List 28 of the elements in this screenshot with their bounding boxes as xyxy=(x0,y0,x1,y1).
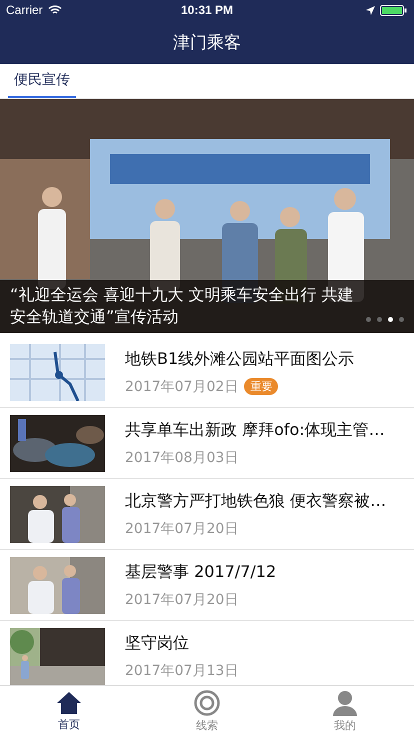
status-time: 10:31 PM xyxy=(180,3,234,17)
important-tag: 重要 xyxy=(244,378,278,395)
banner-caption: “礼迎全运会 喜迎十九大 文明乘车安全出行 共建安全轨道交通”宣传活动 xyxy=(10,284,355,328)
news-date: 2017年07月02日 xyxy=(125,378,238,396)
news-title[interactable]: 北京警方严打地铁色狼 便衣警察被… xyxy=(125,490,414,512)
news-title[interactable]: 共享单车出新政 摩拜ofo:体现主管… xyxy=(125,420,414,440)
news-title[interactable]: 基层警事 2017/7/12 xyxy=(125,562,414,582)
page-dot[interactable] xyxy=(377,317,382,322)
wifi-icon xyxy=(48,5,62,15)
news-title[interactable]: 坚守岗位 xyxy=(125,632,414,654)
page-dot[interactable] xyxy=(388,317,393,322)
nav-title: 津门乘客 xyxy=(173,32,241,54)
battery-icon xyxy=(380,4,408,16)
news-title[interactable]: 地铁B1线外滩公园站平面图公示 xyxy=(125,348,414,370)
news-date: 2017年07月13日 xyxy=(125,662,238,680)
tab-bar-item[interactable]: 首页 xyxy=(0,686,138,736)
house-icon xyxy=(56,690,82,714)
page-dot[interactable] xyxy=(399,317,404,322)
tab-bar-item[interactable]: 线索 xyxy=(138,686,276,736)
target-icon xyxy=(194,690,220,716)
news-date: 2017年07月20日 xyxy=(125,590,238,608)
person-icon xyxy=(332,690,358,716)
tab-bar-item[interactable]: 我的 xyxy=(276,686,414,736)
location-arrow-icon xyxy=(366,6,375,14)
news-date: 2017年07月20日 xyxy=(125,520,238,538)
news-date: 2017年08月03日 xyxy=(125,448,238,466)
carrier-name: Carrier xyxy=(6,3,43,17)
page-dot[interactable] xyxy=(366,317,371,322)
